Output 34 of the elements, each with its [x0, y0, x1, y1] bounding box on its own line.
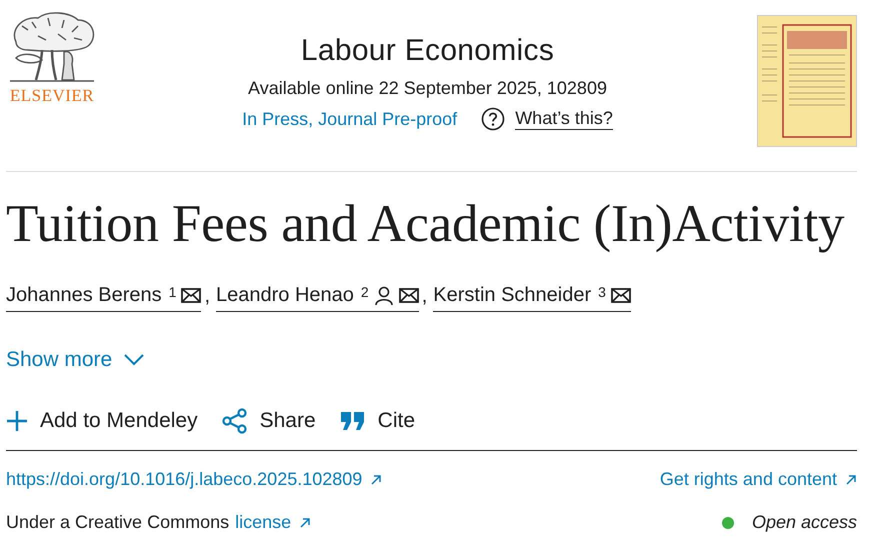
- cite-button[interactable]: Cite: [340, 408, 416, 434]
- open-access-dot: [722, 516, 734, 528]
- journal-name[interactable]: Labour Economics: [300, 34, 554, 68]
- publisher-wordmark: ELSEVIER: [10, 86, 94, 106]
- external-link-icon: [370, 474, 382, 486]
- envelope-icon: [398, 288, 419, 303]
- help-link[interactable]: What’s this?: [481, 107, 613, 131]
- status-link[interactable]: In Press, Journal Pre-proof: [242, 108, 458, 130]
- share-icon: [222, 408, 248, 434]
- envelope-icon: [181, 288, 202, 303]
- help-icon: [481, 107, 506, 131]
- envelope-icon: [610, 288, 631, 303]
- author-link[interactable]: Kerstin Schneider $^{3}$: [433, 284, 631, 312]
- external-link-icon: [299, 516, 312, 528]
- license-link[interactable]: license: [235, 512, 312, 533]
- plus-icon: [6, 410, 28, 432]
- comma-separator: ,: [422, 285, 428, 308]
- show-more-button[interactable]: Show more: [6, 348, 144, 372]
- license-text: Under a Creative Commons: [6, 512, 230, 533]
- journal-cover-image[interactable]: [757, 15, 857, 147]
- author-link[interactable]: Johannes Berens $^{1}$: [6, 284, 202, 312]
- add-button[interactable]: Add to Mendeley: [6, 408, 198, 434]
- rights-link[interactable]: Get rights and content: [660, 469, 857, 490]
- share-button[interactable]: Share: [222, 408, 316, 434]
- person-icon: [374, 286, 394, 306]
- quote-icon: [340, 411, 366, 431]
- author-link[interactable]: Leandro Henao $^{2}$: [216, 284, 419, 312]
- article-title: Tuition Fees and Academic (In)Activity: [6, 194, 846, 254]
- chevron-down-icon: [124, 354, 144, 366]
- availability-text: Available online 22 September 2025, 102809: [248, 78, 607, 99]
- doi-link[interactable]: https://doi.org/10.1016/j.labeco.2025.102809: [6, 469, 382, 490]
- comma-separator: ,: [204, 285, 210, 308]
- external-link-icon: [845, 474, 857, 486]
- access-label: Open access: [752, 512, 857, 533]
